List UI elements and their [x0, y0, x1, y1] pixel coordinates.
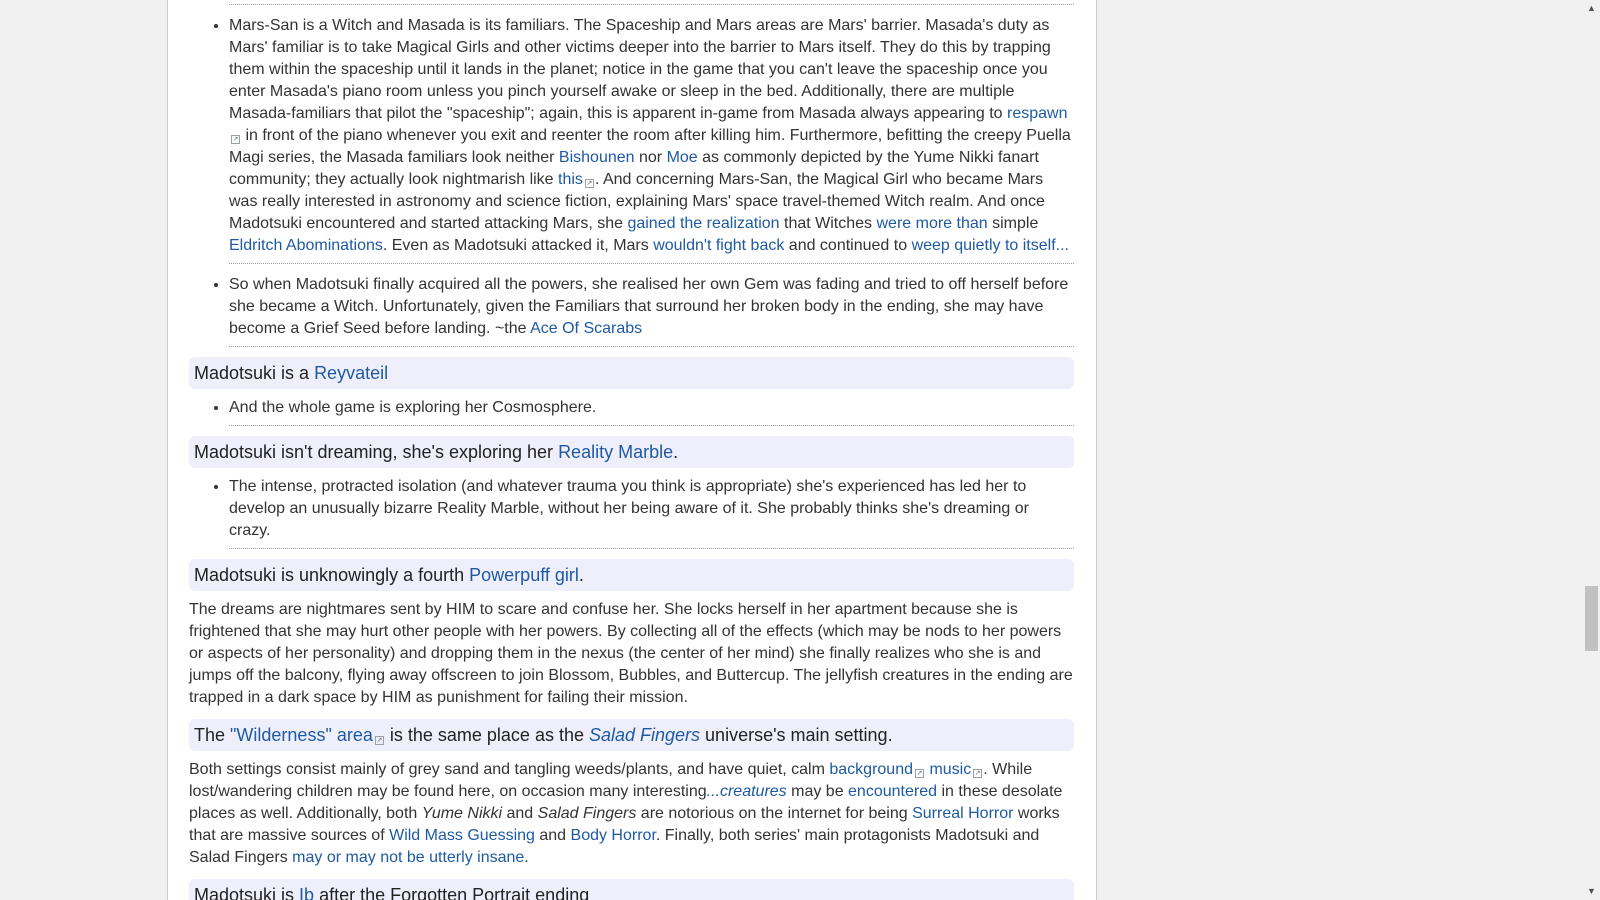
- text-run: . Even as Madotsuki attacked it, Mars: [382, 237, 654, 254]
- text-run: The intense, protracted isolation (and w…: [229, 478, 1029, 539]
- list-item: The intense, protracted isolation (and w…: [229, 476, 1074, 549]
- text-run: that Witches: [779, 215, 877, 232]
- article-link[interactable]: "Wilderness" area: [230, 725, 373, 745]
- text-run: So when Madotsuki finally acquired all t…: [229, 276, 1069, 337]
- article-link[interactable]: were more than: [876, 215, 987, 232]
- text-run: Both settings consist mainly of grey san…: [189, 761, 830, 778]
- external-link-icon: ↗: [915, 769, 924, 778]
- article-link[interactable]: Moe: [667, 149, 698, 166]
- article-link[interactable]: background: [829, 761, 913, 778]
- folder-heading[interactable]: Madotsuki is Ib after the Forgotten Port…: [189, 879, 1074, 900]
- scrollbar-thumb[interactable]: [1585, 586, 1598, 651]
- paragraph: The dreams are nightmares sent by HIM to…: [189, 599, 1074, 709]
- text-run: simple: [987, 215, 1039, 232]
- text-run: .: [578, 565, 584, 585]
- text-run: Salad Fingers: [537, 805, 637, 822]
- article-link[interactable]: Wild Mass Guessing: [389, 827, 535, 844]
- article-link[interactable]: Eldritch Abominations: [229, 237, 383, 254]
- article-link[interactable]: this: [558, 171, 583, 188]
- folder-heading[interactable]: Madotsuki isn't dreaming, she's explorin…: [189, 436, 1074, 468]
- text-run: and: [502, 805, 538, 822]
- external-link-icon: ↗: [584, 179, 594, 188]
- article-link[interactable]: Reality Marble: [558, 442, 673, 462]
- folder-heading[interactable]: Madotsuki is unknowingly a fourth Powerp…: [189, 559, 1074, 591]
- article-link[interactable]: respawn: [1007, 105, 1067, 122]
- article-link[interactable]: Powerpuff girl: [469, 565, 579, 585]
- text-run: nor: [634, 149, 667, 166]
- external-link-icon: ↗: [374, 736, 384, 745]
- text-run: Madotsuki is a: [194, 363, 315, 383]
- text-run: universe's main setting.: [700, 725, 893, 745]
- article-link[interactable]: gained the realization: [627, 215, 779, 232]
- article-link[interactable]: may or may not be utterly insane: [292, 849, 524, 866]
- list-item: And the whole game is exploring her Cosm…: [229, 397, 1074, 426]
- text-run: Yume Nikki: [421, 805, 503, 822]
- text-run: And the whole game is exploring her Cosm…: [229, 399, 597, 416]
- folder-heading[interactable]: The "Wilderness" area ↗ is the same place…: [189, 719, 1074, 751]
- article-link[interactable]: Ib: [299, 885, 314, 900]
- list-item: So when Madotsuki finally acquired all t…: [229, 274, 1074, 347]
- external-link-icon: ↗: [231, 135, 240, 144]
- text-run: Madotsuki is unknowingly a fourth: [194, 565, 470, 585]
- bullet-list: Mars-San is a Witch and Masada is its fa…: [189, 15, 1074, 347]
- text-run: is the same place as the: [384, 725, 589, 745]
- vertical-scrollbar[interactable]: ▲ ▼: [1583, 0, 1600, 900]
- down-arrow-icon[interactable]: ▼: [1583, 883, 1600, 900]
- article-link[interactable]: ...creatures: [707, 783, 787, 800]
- text-run: The dreams are nightmares sent by HIM to…: [189, 601, 1073, 706]
- text-run: are notorious on the internet for being: [636, 805, 913, 822]
- article-link[interactable]: encountered: [848, 783, 937, 800]
- text-run: may be: [786, 783, 849, 800]
- text-run: .: [524, 849, 529, 866]
- article-link[interactable]: weep quietly to itself...: [912, 237, 1069, 254]
- text-run: Mars-San is a Witch and Masada is its fa…: [229, 17, 1051, 122]
- article-link[interactable]: Reyvateil: [314, 363, 388, 383]
- text-run: The: [194, 725, 231, 745]
- external-link-icon: ↗: [973, 769, 983, 778]
- article-link[interactable]: Body Horror: [571, 827, 656, 844]
- article-body: Mars-San is a Witch and Masada is its fa…: [189, 5, 1074, 900]
- text-run: and: [534, 827, 571, 844]
- article-link[interactable]: Salad Fingers: [589, 725, 700, 745]
- bullet-list: And the whole game is exploring her Cosm…: [189, 397, 1074, 426]
- text-run: and continued to: [784, 237, 912, 254]
- article-link[interactable]: Bishounen: [559, 149, 635, 166]
- paragraph: Both settings consist mainly of grey san…: [189, 759, 1074, 869]
- up-arrow-icon[interactable]: ▲: [1583, 0, 1600, 17]
- text-run: Madotsuki isn't dreaming, she's explorin…: [194, 442, 559, 462]
- article-content: Mars-San is a Witch and Masada is its fa…: [167, 0, 1097, 900]
- text-run: .: [673, 442, 679, 462]
- text-run: after the Forgotten Portrait ending: [314, 885, 590, 900]
- article-link[interactable]: music: [929, 761, 971, 778]
- article-link[interactable]: wouldn't fight back: [653, 237, 784, 254]
- article-link[interactable]: Ace Of Scarabs: [530, 320, 642, 337]
- bullet-list: The intense, protracted isolation (and w…: [189, 476, 1074, 549]
- text-run: Madotsuki is: [194, 885, 300, 900]
- list-item: Mars-San is a Witch and Masada is its fa…: [229, 15, 1074, 264]
- article-link[interactable]: Surreal Horror: [912, 805, 1013, 822]
- folder-heading[interactable]: Madotsuki is a Reyvateil: [189, 357, 1074, 389]
